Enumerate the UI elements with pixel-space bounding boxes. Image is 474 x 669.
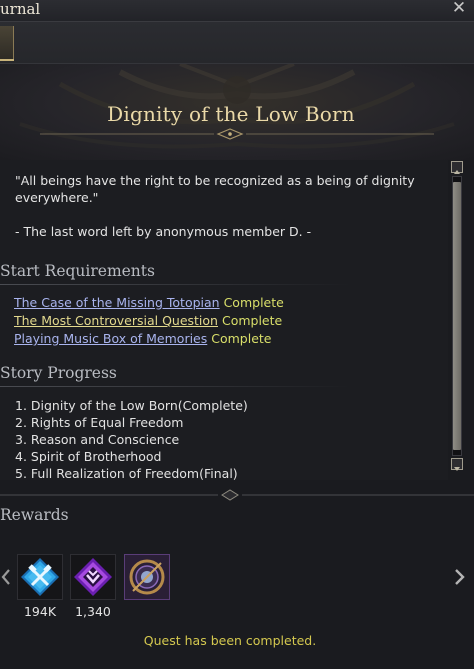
reward-count: 1,340	[75, 604, 111, 619]
scroll-thumb[interactable]	[453, 182, 461, 450]
requirement-link[interactable]: The Case of the Missing Totopian	[14, 295, 220, 310]
tab-active[interactable]	[0, 26, 14, 61]
requirement-row: Playing Music Box of Memories Complete	[14, 330, 272, 347]
story-step: 2. Rights of Equal Freedom	[15, 415, 184, 430]
story-step: 1. Dignity of the Low Born(Complete)	[15, 398, 248, 413]
quest-quote-signoff: - The last word left by anonymous member…	[15, 224, 312, 239]
chevron-right-icon	[455, 569, 465, 585]
reward-slot[interactable]	[70, 554, 116, 600]
quest-quote: "All beings have the right to be recogni…	[15, 173, 415, 205]
tab-active-indicator	[0, 59, 14, 61]
rewards-divider	[0, 489, 474, 501]
content-scrollbar[interactable]	[449, 160, 465, 474]
scroll-up-button[interactable]	[451, 161, 463, 174]
start-requirements-heading: Start Requirements	[0, 262, 155, 280]
requirement-row: The Case of the Missing Totopian Complet…	[14, 294, 284, 311]
reward-count: 194K	[23, 604, 57, 619]
story-step: 4. Spirit of Brotherhood	[15, 449, 162, 464]
quest-status-message: Quest has been completed.	[143, 633, 317, 648]
story-progress-heading: Story Progress	[0, 364, 117, 382]
close-icon[interactable]: ✕	[450, 0, 468, 18]
chevron-left-icon	[1, 569, 10, 585]
scroll-down-button[interactable]	[451, 458, 463, 471]
requirement-status: Complete	[221, 313, 283, 328]
story-step: 5. Full Realization of Freedom(Final)	[15, 466, 238, 480]
blue-crossed-hammers-icon	[21, 558, 59, 596]
quest-title: Dignity of the Low Born	[107, 102, 355, 126]
requirement-status: Complete	[211, 331, 272, 346]
compass-ring-icon	[125, 555, 169, 599]
requirement-row: The Most Controversial Question Complete	[14, 312, 282, 329]
reward-slot[interactable]	[124, 554, 170, 600]
requirement-link[interactable]: Playing Music Box of Memories	[14, 331, 207, 346]
requirement-link[interactable]: The Most Controversial Question	[14, 313, 218, 328]
quest-details-panel[interactable]: "All beings have the right to be recogni…	[0, 160, 448, 480]
story-step: 3. Reason and Conscience	[15, 432, 180, 447]
rewards-heading: Rewards	[0, 506, 69, 524]
section-divider	[0, 284, 350, 285]
rewards-next-button[interactable]	[452, 566, 468, 588]
section-divider	[0, 386, 350, 387]
purple-gem-icon	[74, 558, 112, 596]
tab-strip	[0, 22, 474, 64]
title-bar: urnal ✕	[0, 0, 474, 22]
rewards-prev-button[interactable]	[0, 566, 12, 588]
chevron-down-icon	[454, 467, 460, 471]
title-ornament	[40, 128, 434, 140]
window-title: urnal	[0, 0, 41, 18]
requirement-status: Complete	[223, 295, 284, 310]
reward-slot[interactable]	[17, 554, 63, 600]
